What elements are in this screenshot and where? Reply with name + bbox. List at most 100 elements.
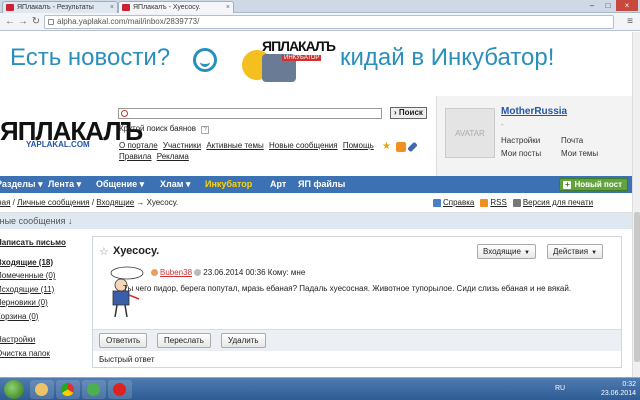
message-body: Ты чего пидор, берега попутал, мразь еба… [123, 283, 613, 294]
rss-icon[interactable] [396, 142, 406, 152]
taskbar-app[interactable] [82, 380, 106, 399]
favicon-icon [6, 4, 14, 11]
link-rss[interactable]: RSS [490, 198, 506, 207]
url-field[interactable]: alpha.yaplakal.com/mail/inbox/2839773/ [44, 15, 614, 29]
folder-drafts[interactable]: Черновики (0) [0, 296, 82, 310]
link-settings[interactable]: Настройки [501, 134, 561, 147]
reply-button[interactable]: Ответить [99, 333, 148, 348]
incubator-banner[interactable]: Есть новости? ЯПЛАКАЛЪ ИНКУБАТОР кидай в… [0, 32, 632, 90]
link-new-messages[interactable]: Новые сообщения [269, 141, 338, 150]
message-panel: ☆ Хуесосу. Входящие ▼ Действия ▼ Buben38 2… [92, 236, 622, 368]
avatar[interactable]: AVATAR [445, 108, 495, 158]
forward-button[interactable]: Переслать [157, 333, 211, 348]
nav-art[interactable]: Арт [270, 176, 286, 193]
back-icon[interactable]: ← [4, 16, 16, 28]
folder-sent[interactable]: Исходящие (11) [0, 283, 82, 297]
nav-sections[interactable]: Разделы ▾ [0, 176, 43, 193]
delete-button[interactable]: Удалить [221, 333, 266, 348]
message-recipient: Кому: мне [267, 268, 306, 277]
close-tab-icon[interactable]: × [226, 2, 230, 13]
actions-dropdown[interactable]: Действия ▼ [547, 244, 604, 259]
star-icon[interactable]: ★ [382, 142, 392, 152]
crumb-inbox[interactable]: Входящие [96, 198, 134, 207]
link-members[interactable]: Участники [163, 141, 201, 150]
folder-inbox[interactable]: Входящие (18) [0, 256, 82, 270]
taskbar-explorer[interactable] [30, 380, 54, 399]
site-header: ЯПЛАКАЛЪ YAPLAKAL.COM › Поиск Крутой пои… [0, 96, 632, 176]
nav-files[interactable]: ЯП файлы [298, 176, 345, 193]
search-hint[interactable]: Крутой поиск баянов ? [119, 124, 210, 134]
quick-reply-label[interactable]: Быстрый ответ [99, 355, 155, 364]
user-links: Настройки Почта Мои посты Мои темы [501, 134, 631, 160]
minimize-icon[interactable]: – [584, 0, 600, 11]
sender-link[interactable]: Buben38 [160, 268, 192, 277]
link-about[interactable]: О портале [119, 141, 158, 150]
forward-icon[interactable]: → [17, 16, 29, 28]
write-message-link[interactable]: Написать письмо [0, 236, 82, 250]
app-icon [87, 383, 100, 396]
nav-incubator[interactable]: Инкубатор [205, 176, 252, 193]
link-mail[interactable]: Почта [561, 134, 621, 147]
browser-tabbar: ЯПлакалъ - Результаты × ЯПлакалъ - Хуесо… [0, 0, 640, 13]
help-icon [433, 198, 441, 207]
banner-left-text: Есть новости? [10, 44, 171, 71]
folder-dropdown-label: Входящие [483, 247, 521, 256]
new-post-button[interactable]: Новый пост [559, 178, 628, 191]
link-active-topics[interactable]: Активные темы [206, 141, 263, 150]
user-icon [151, 269, 158, 277]
site-logo-sub: YAPLAKAL.COM [26, 140, 90, 149]
scrollbar-thumb[interactable] [634, 212, 640, 362]
search-hint-text: Крутой поиск баянов [119, 124, 197, 133]
banner-logo-sub: ИНКУБАТОР [282, 55, 322, 61]
link-reference[interactable]: Справка [443, 198, 474, 207]
user-box: AVATAR MotherRussia - Настройки Почта Мои… [436, 96, 632, 176]
link-help[interactable]: Помощь [343, 141, 374, 150]
help-icon[interactable]: ? [201, 126, 210, 134]
browser-tab-active[interactable]: ЯПлакалъ - Хуесосу. × [118, 1, 234, 13]
nav-feed[interactable]: Лента ▾ [48, 176, 81, 193]
message-meta: Buben38 23.06.2014 00:36 Кому: мне [151, 268, 305, 277]
pencil-icon[interactable] [407, 141, 418, 153]
star-icon[interactable]: ☆ [99, 245, 109, 258]
clear-folders-link[interactable]: Очистка папок [0, 347, 82, 361]
system-tray-clock[interactable]: 0:32 23.06.2014 [601, 380, 636, 398]
mail-sidebar: Написать письмо Входящие (18) Помеченные… [0, 236, 82, 360]
search-button[interactable]: › Поиск [390, 107, 427, 119]
folder-icon [35, 383, 48, 396]
folder-trash[interactable]: Корзина (0) [0, 310, 82, 324]
page-scrollbar[interactable] [632, 32, 640, 377]
menu-icon[interactable]: ≡ [624, 16, 636, 28]
clock-time: 0:32 [622, 381, 636, 388]
browser-tab[interactable]: ЯПлакалъ - Результаты × [2, 1, 118, 13]
search-input[interactable] [118, 108, 382, 119]
link-my-posts[interactable]: Мои посты [501, 147, 561, 160]
close-window-icon[interactable]: × [616, 0, 638, 11]
crumb-private-messages[interactable]: Личные сообщения [17, 198, 89, 207]
chevron-down-icon: ▼ [591, 250, 598, 256]
mail-settings-link[interactable]: Настройки [0, 333, 82, 347]
url-text: alpha.yaplakal.com/mail/inbox/2839773/ [57, 17, 200, 26]
link-print-version[interactable]: Версия для печати [523, 198, 593, 207]
start-button[interactable] [4, 380, 24, 399]
crumb-home[interactable]: Главная [0, 198, 10, 207]
nav-junk[interactable]: Хлам ▾ [160, 176, 190, 193]
link-ads[interactable]: Реклама [157, 152, 189, 161]
taskbar-chrome[interactable] [56, 380, 80, 399]
link-my-topics[interactable]: Мои темы [561, 147, 621, 160]
link-rules[interactable]: Правила [119, 152, 151, 161]
address-bar: ← → ↻ alpha.yaplakal.com/mail/inbox/2839… [0, 13, 640, 31]
folder-dropdown[interactable]: Входящие ▼ [477, 244, 536, 259]
section-title[interactable]: Личные сообщения ↓ [0, 213, 73, 229]
maximize-icon[interactable]: □ [600, 0, 616, 11]
nav-communication[interactable]: Общение ▾ [96, 176, 144, 193]
tab-label: ЯПлакалъ - Результаты [17, 4, 94, 11]
breadcrumb-row: Главная / Личные сообщения / Входящие → … [0, 193, 632, 213]
taskbar-opera[interactable] [108, 380, 132, 399]
language-indicator[interactable]: RU [555, 385, 565, 392]
reload-icon[interactable]: ↻ [30, 16, 42, 28]
username-link[interactable]: MotherRussia [501, 106, 567, 117]
header-icons: ★ [382, 141, 418, 153]
close-tab-icon[interactable]: × [110, 2, 114, 13]
folder-flagged[interactable]: Помеченные (0) [0, 269, 82, 283]
